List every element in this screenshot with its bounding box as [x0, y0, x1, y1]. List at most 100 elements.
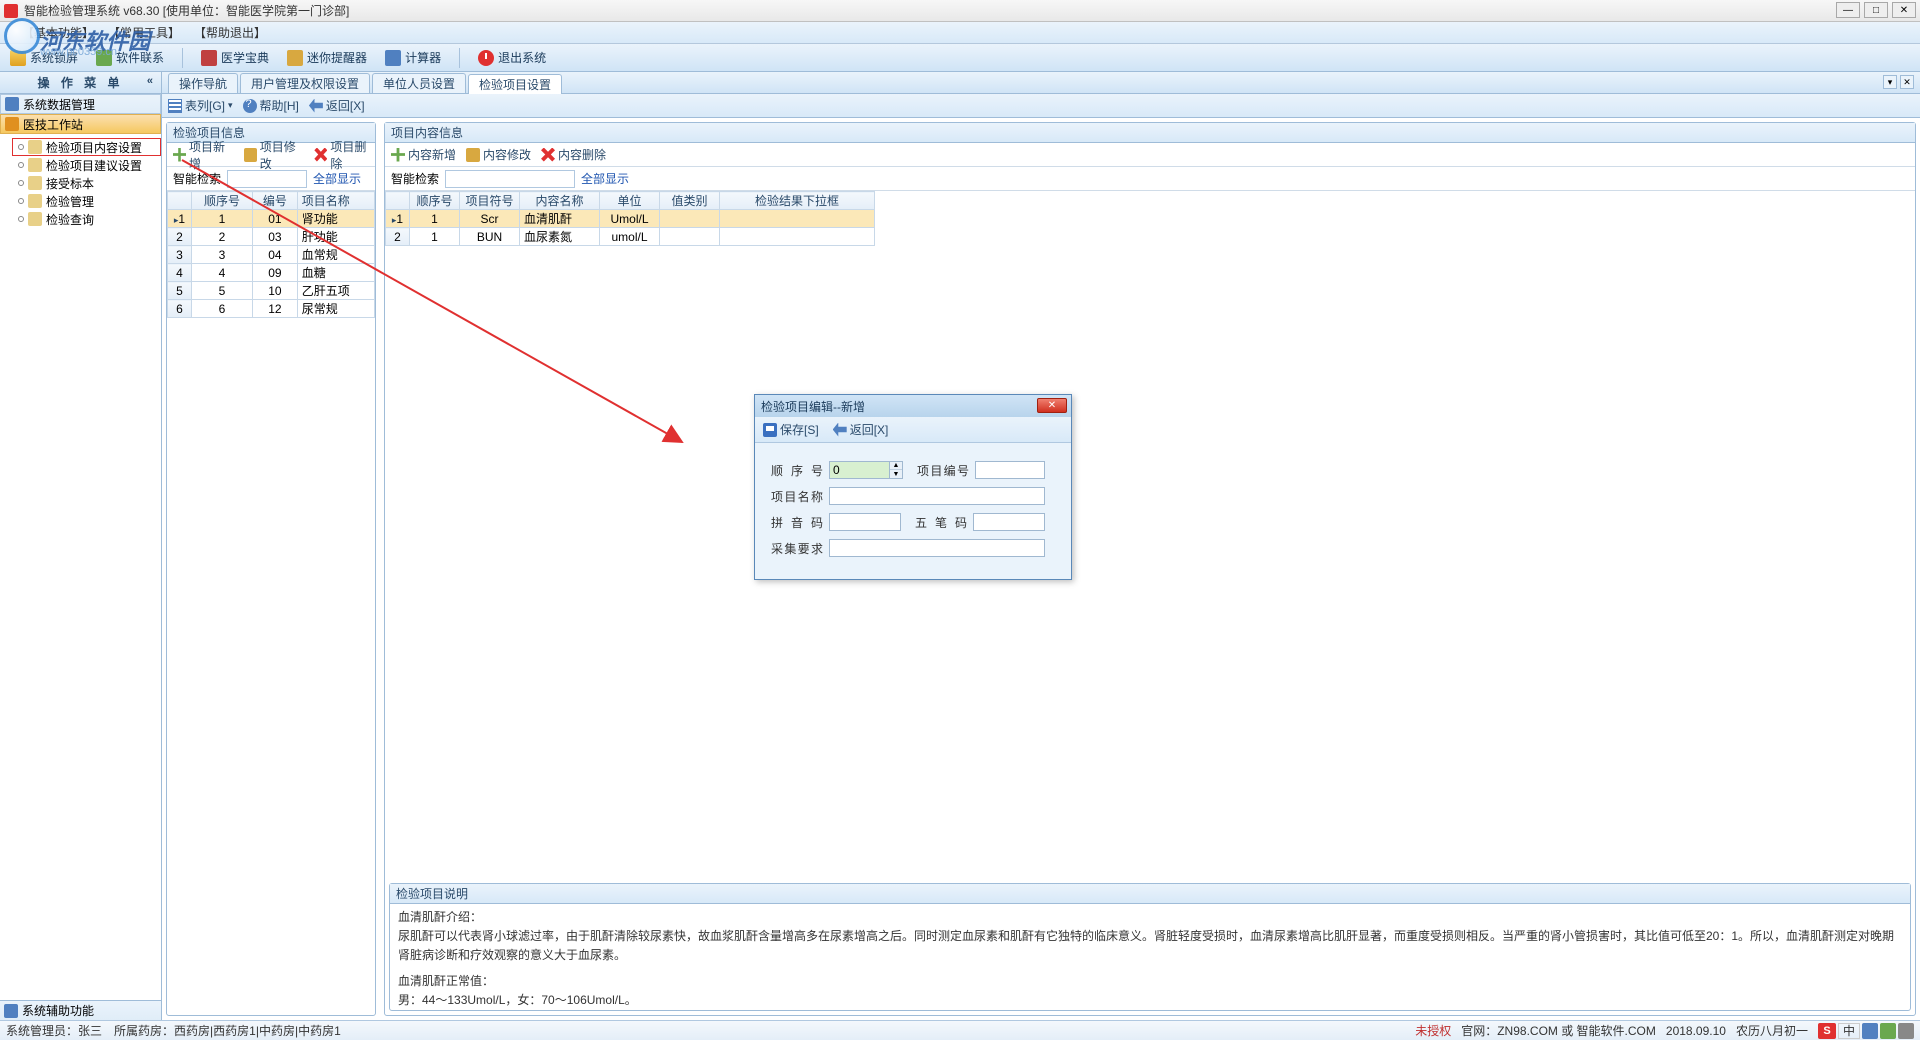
- maximize-button[interactable]: □: [1864, 2, 1888, 18]
- search-input-left[interactable]: [227, 170, 307, 188]
- col-name[interactable]: 项目名称: [297, 192, 374, 210]
- panel-project-info: 检验项目信息 项目新增 项目修改 项目删除 智能检索 全部显示 顺序号: [166, 122, 376, 1016]
- menu-tools[interactable]: 【常用工具】: [104, 24, 184, 41]
- table-row[interactable]: 1101肾功能: [168, 210, 375, 228]
- delete-icon: [314, 148, 327, 162]
- subbar-list[interactable]: 表列[G]▾: [168, 97, 233, 114]
- ime-voice-icon[interactable]: [1880, 1023, 1896, 1039]
- btn-content-edit[interactable]: 内容修改: [466, 146, 531, 163]
- tb-medical-book[interactable]: 医学宝典: [201, 49, 269, 66]
- chain-icon: [96, 50, 112, 66]
- panel-search-row: 智能检索 全部显示: [167, 167, 375, 191]
- panel-head: 项目内容信息: [385, 123, 1915, 143]
- menu-bar: 【基本功能】 【常用工具】 【帮助退出】: [0, 22, 1920, 44]
- table-row[interactable]: 6612尿常规: [168, 300, 375, 318]
- bell-icon: [287, 50, 303, 66]
- lock-icon: [10, 50, 26, 66]
- dialog-close-button[interactable]: ✕: [1037, 398, 1067, 413]
- gear-icon: [4, 1004, 18, 1018]
- name-input[interactable]: [829, 487, 1045, 505]
- req-input[interactable]: [829, 539, 1045, 557]
- col-name[interactable]: 内容名称: [520, 192, 600, 210]
- search-label: 智能检索: [173, 170, 221, 187]
- folder-icon: [5, 97, 19, 111]
- dialog-toolbar: 保存[S] 返回[X]: [755, 417, 1071, 443]
- col-code[interactable]: 编号: [253, 192, 298, 210]
- ime-settings-icon[interactable]: [1898, 1023, 1914, 1039]
- tab-dropdown-button[interactable]: ▾: [1883, 75, 1897, 89]
- show-all-link[interactable]: 全部显示: [313, 170, 361, 187]
- add-icon: [173, 148, 186, 162]
- col-seq[interactable]: 顺序号: [410, 192, 460, 210]
- book-icon: [201, 50, 217, 66]
- col-dropdown[interactable]: 检验结果下拉框: [720, 192, 875, 210]
- tb-mini-reminder[interactable]: 迷你提醒器: [287, 49, 367, 66]
- tree-item-exam-manage[interactable]: 检验管理: [0, 192, 161, 210]
- minimize-button[interactable]: —: [1836, 2, 1860, 18]
- ime-lang[interactable]: 中: [1838, 1023, 1860, 1039]
- tb-software-contact[interactable]: 软件联系: [96, 49, 164, 66]
- tab-close-button[interactable]: ✕: [1900, 75, 1914, 89]
- tree-item-exam-suggest[interactable]: 检验项目建议设置: [0, 156, 161, 174]
- dialog-title-bar[interactable]: 检验项目编辑--新增 ✕: [755, 395, 1071, 417]
- seq-input[interactable]: [829, 461, 889, 479]
- ime-bar[interactable]: S 中: [1818, 1023, 1914, 1039]
- table-row[interactable]: 11Scr血清肌酐Umol/L: [386, 210, 875, 228]
- subbar-back[interactable]: 返回[X]: [309, 97, 365, 114]
- table-row[interactable]: 21BUN血尿素氮umol/L: [386, 228, 875, 246]
- status-pharm-label: 所属药房：: [114, 1022, 174, 1039]
- label-wubi: 五 笔 码: [915, 514, 967, 531]
- table-row[interactable]: 2203肝功能: [168, 228, 375, 246]
- tab-nav[interactable]: 操作导航: [168, 73, 238, 93]
- spin-up[interactable]: ▲: [890, 462, 902, 470]
- col-unit[interactable]: 单位: [600, 192, 660, 210]
- col-seq[interactable]: 顺序号: [192, 192, 253, 210]
- pinyin-input[interactable]: [829, 513, 901, 531]
- ime-keyboard-icon[interactable]: [1862, 1023, 1878, 1039]
- spin-down[interactable]: ▼: [890, 470, 902, 478]
- tb-calculator[interactable]: 计算器: [385, 49, 441, 66]
- show-all-link[interactable]: 全部显示: [581, 170, 629, 187]
- sidebar-footer-aux[interactable]: 系统辅助功能: [0, 1000, 161, 1020]
- table-row[interactable]: 3304血常规: [168, 246, 375, 264]
- close-button[interactable]: ✕: [1892, 2, 1916, 18]
- tree-item-exam-content[interactable]: 检验项目内容设置: [12, 138, 161, 156]
- tb-lock-screen[interactable]: 系统锁屏: [10, 49, 78, 66]
- ime-logo-icon: S: [1818, 1023, 1836, 1039]
- tab-unit-staff[interactable]: 单位人员设置: [372, 73, 466, 93]
- tree-item-exam-query[interactable]: 检验查询: [0, 210, 161, 228]
- wubi-input[interactable]: [973, 513, 1045, 531]
- col-valtype[interactable]: 值类别: [660, 192, 720, 210]
- status-lunar: 农历八月初一: [1736, 1022, 1808, 1039]
- label-pinyin: 拼 音 码: [771, 514, 823, 531]
- btn-content-add[interactable]: 内容新增: [391, 146, 456, 163]
- sidebar-ribbon-data[interactable]: 系统数据管理: [0, 94, 161, 114]
- sub-toolbar: 表列[G]▾ 帮助[H] 返回[X]: [162, 94, 1920, 118]
- table-row[interactable]: 5510乙肝五项: [168, 282, 375, 300]
- tb-exit-system[interactable]: 退出系统: [478, 49, 546, 66]
- seq-spinner[interactable]: ▲▼: [829, 461, 903, 479]
- tab-exam-setting[interactable]: 检验项目设置: [468, 74, 562, 94]
- back-icon: [309, 99, 323, 113]
- back-icon: [833, 423, 847, 437]
- tree-item-accept-sample[interactable]: 接受标本: [0, 174, 161, 192]
- code-input[interactable]: [975, 461, 1045, 479]
- dialog-save-button[interactable]: 保存[S]: [763, 421, 819, 438]
- panel-search-row: 智能检索 全部显示: [385, 167, 1915, 191]
- sidebar-ribbon-station[interactable]: 医技工作站: [0, 114, 161, 134]
- tab-user-perm[interactable]: 用户管理及权限设置: [240, 73, 370, 93]
- sidebar-collapse-button[interactable]: «: [147, 75, 157, 87]
- search-input-right[interactable]: [445, 170, 575, 188]
- btn-content-del[interactable]: 内容删除: [541, 146, 606, 163]
- folder-icon: [28, 176, 42, 190]
- label-name: 项目名称: [771, 488, 823, 505]
- status-site: 官网：ZN98.COM 或 智能软件.COM: [1461, 1022, 1656, 1039]
- col-sym[interactable]: 项目符号: [460, 192, 520, 210]
- subbar-help[interactable]: 帮助[H]: [243, 97, 299, 114]
- menu-help[interactable]: 【帮助退出】: [190, 24, 270, 41]
- table-row[interactable]: 4409血糖: [168, 264, 375, 282]
- grid-icon: [168, 99, 182, 113]
- dialog-back-button[interactable]: 返回[X]: [833, 421, 889, 438]
- menu-basic[interactable]: 【基本功能】: [18, 24, 98, 41]
- window-title: 智能检验管理系统 v68.30 [使用单位：智能医学院第一门诊部]: [24, 2, 349, 19]
